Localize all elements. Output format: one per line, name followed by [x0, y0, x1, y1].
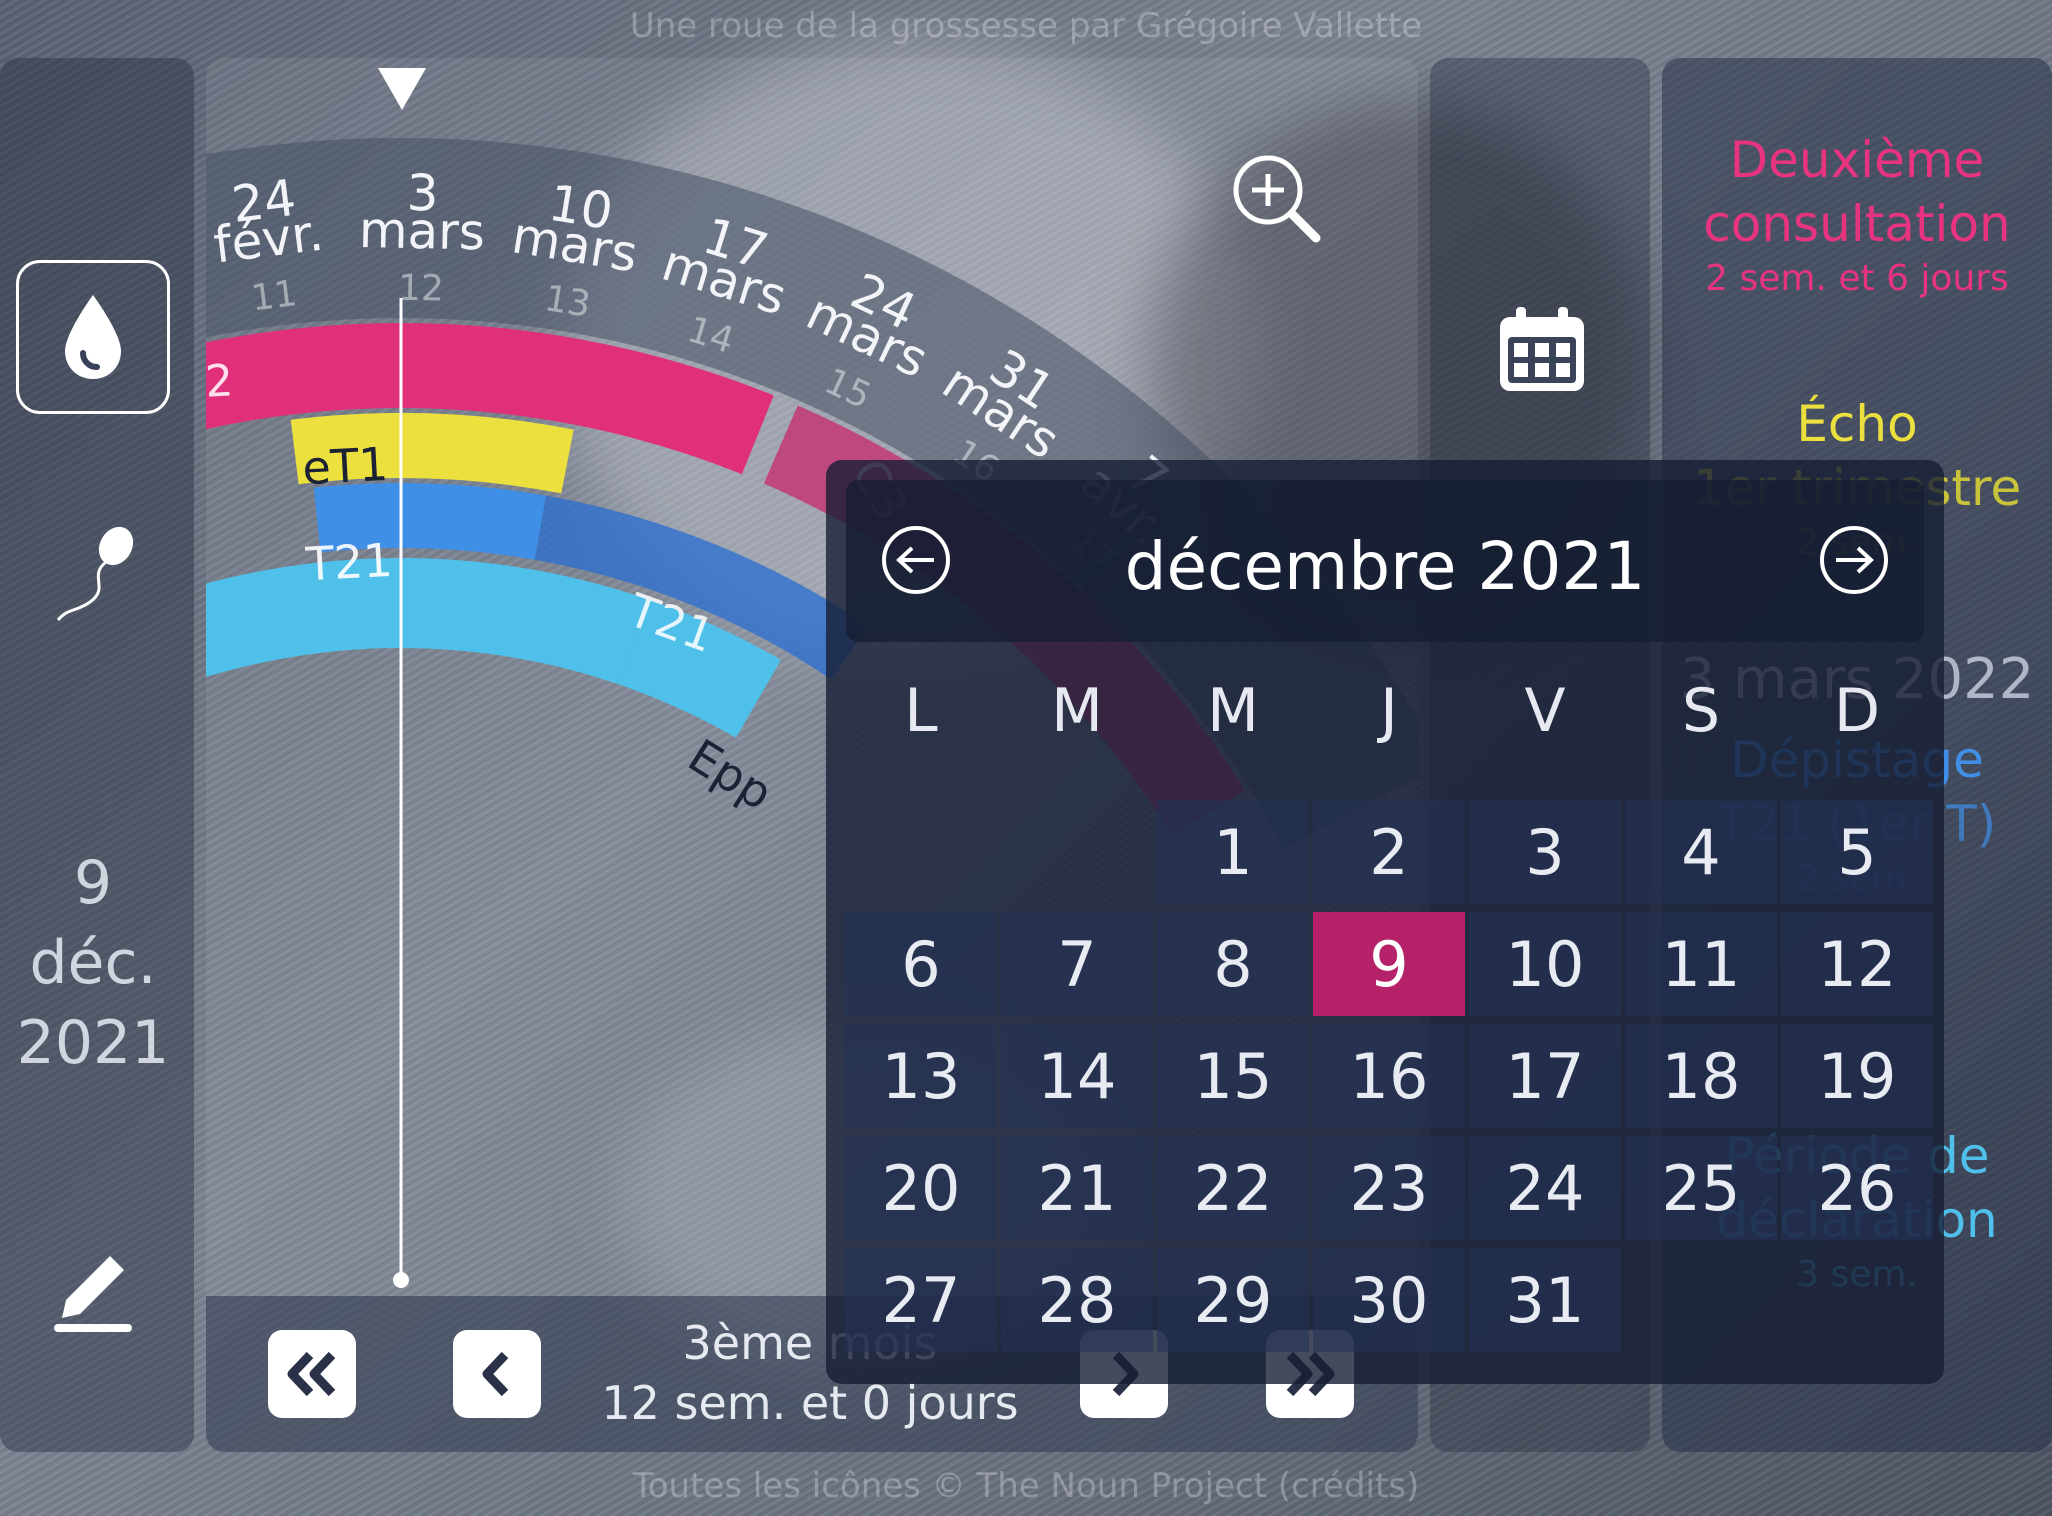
wheel-date-month: mars	[358, 201, 485, 261]
calendar-day[interactable]: 20	[845, 1136, 997, 1240]
weekday-label: D	[1833, 676, 1881, 746]
calendar-day[interactable]: 11	[1625, 912, 1777, 1016]
current-week-dot	[393, 1272, 409, 1288]
edit-button[interactable]	[50, 1238, 136, 1340]
band-label: 2	[206, 355, 235, 407]
chevron-left-icon	[482, 1351, 509, 1397]
calendar-day[interactable]: 24	[1469, 1136, 1621, 1240]
calendar-day[interactable]: 6	[845, 912, 997, 1016]
period-mode-button[interactable]	[16, 260, 170, 414]
calendar-day[interactable]: 27	[845, 1248, 997, 1352]
calendar-month-title: décembre 2021	[1124, 528, 1646, 605]
current-date-year: 2021	[16, 1008, 170, 1078]
calendar-toggle-button[interactable]	[1496, 305, 1588, 399]
sperm-icon	[56, 526, 134, 622]
calendar-day[interactable]: 3	[1469, 800, 1621, 904]
band-label: T21	[303, 533, 393, 592]
weekday-label: M	[1051, 676, 1103, 746]
calendar-day[interactable]: 28	[1001, 1248, 1153, 1352]
double-chevron-left-icon	[287, 1351, 336, 1397]
wheel-week-number: 12	[398, 268, 445, 310]
pointer-triangle-icon	[378, 68, 426, 110]
weekday-label: M	[1207, 676, 1259, 746]
calendar-day[interactable]: 7	[1001, 912, 1153, 1016]
pencil-icon	[54, 1256, 132, 1332]
calendar-day[interactable]: 1	[1157, 800, 1309, 904]
drop-icon	[65, 295, 121, 379]
zoom-button[interactable]	[1228, 150, 1324, 250]
wheel-week-number: 11	[249, 273, 299, 319]
calendar-day[interactable]: 30	[1313, 1248, 1465, 1352]
event-title: Deuxième consultation	[1703, 131, 2011, 253]
calendar-day[interactable]: 15	[1157, 1024, 1309, 1128]
calendar-day[interactable]: 14	[1001, 1024, 1153, 1128]
band-label: Epp	[679, 728, 782, 820]
calendar-day[interactable]: 25	[1625, 1136, 1777, 1240]
wheel-week-number: 13	[542, 278, 594, 326]
current-date-day: 9	[73, 848, 113, 918]
elapsed-time-label: 12 sem. et 0 jours	[601, 1376, 1019, 1430]
calendar-day[interactable]: 17	[1469, 1024, 1621, 1128]
conception-mode-button[interactable]	[48, 516, 144, 640]
calendar-day[interactable]: 19	[1781, 1024, 1933, 1128]
calendar-day[interactable]: 4	[1625, 800, 1777, 904]
weekday-label: L	[904, 676, 938, 746]
event-title: Écho	[1796, 395, 1918, 453]
back-month-button[interactable]	[268, 1330, 356, 1418]
back-week-button[interactable]	[453, 1330, 541, 1418]
weekday-label: V	[1524, 676, 1566, 746]
event-second-consultation[interactable]: Deuxième consultation 2 sem. et 6 jours	[1662, 128, 2052, 302]
calendar-icon	[1500, 307, 1584, 391]
calendar-day[interactable]: 23	[1313, 1136, 1465, 1240]
calendar-day[interactable]: 18	[1625, 1024, 1777, 1128]
event-duration: 2 sem. et 6 jours	[1705, 258, 2009, 299]
calendar-day[interactable]: 22	[1157, 1136, 1309, 1240]
calendar-day[interactable]: 5	[1781, 800, 1933, 904]
calendar-day[interactable]: 8	[1157, 912, 1309, 1016]
current-date: 9 déc. 2021	[0, 843, 186, 1083]
next-month-button[interactable]	[1820, 526, 1888, 594]
calendar-day-selected[interactable]: 9	[1313, 912, 1465, 1016]
left-sidebar: 9 déc. 2021	[0, 58, 194, 1452]
band-epp[interactable]	[206, 558, 649, 805]
calendar-day[interactable]: 21	[1001, 1136, 1153, 1240]
calendar-day[interactable]: 16	[1313, 1024, 1465, 1128]
calendar-day[interactable]: 2	[1313, 800, 1465, 904]
app-caption: Une roue de la grossesse par Grégoire Va…	[629, 6, 1423, 46]
arrow-right-icon	[1836, 546, 1874, 574]
credits-link[interactable]: Toutes les icônes © The Noun Project (cr…	[0, 1466, 2052, 1506]
band-label: eT1	[301, 437, 389, 495]
calendar-day[interactable]: 26	[1781, 1136, 1933, 1240]
calendar-day[interactable]: 29	[1157, 1248, 1309, 1352]
calendar-day[interactable]: 10	[1469, 912, 1621, 1016]
calendar-day[interactable]: 31	[1469, 1248, 1621, 1352]
weekday-label: S	[1681, 676, 1721, 746]
weekday-label: J	[1380, 676, 1398, 746]
calendar-day[interactable]: 12	[1781, 912, 1933, 1016]
calendar-day[interactable]: 13	[845, 1024, 997, 1128]
zoom-in-icon	[1233, 155, 1321, 243]
current-date-month: déc.	[29, 928, 157, 998]
calendar-header: décembre 2021	[846, 480, 1924, 642]
